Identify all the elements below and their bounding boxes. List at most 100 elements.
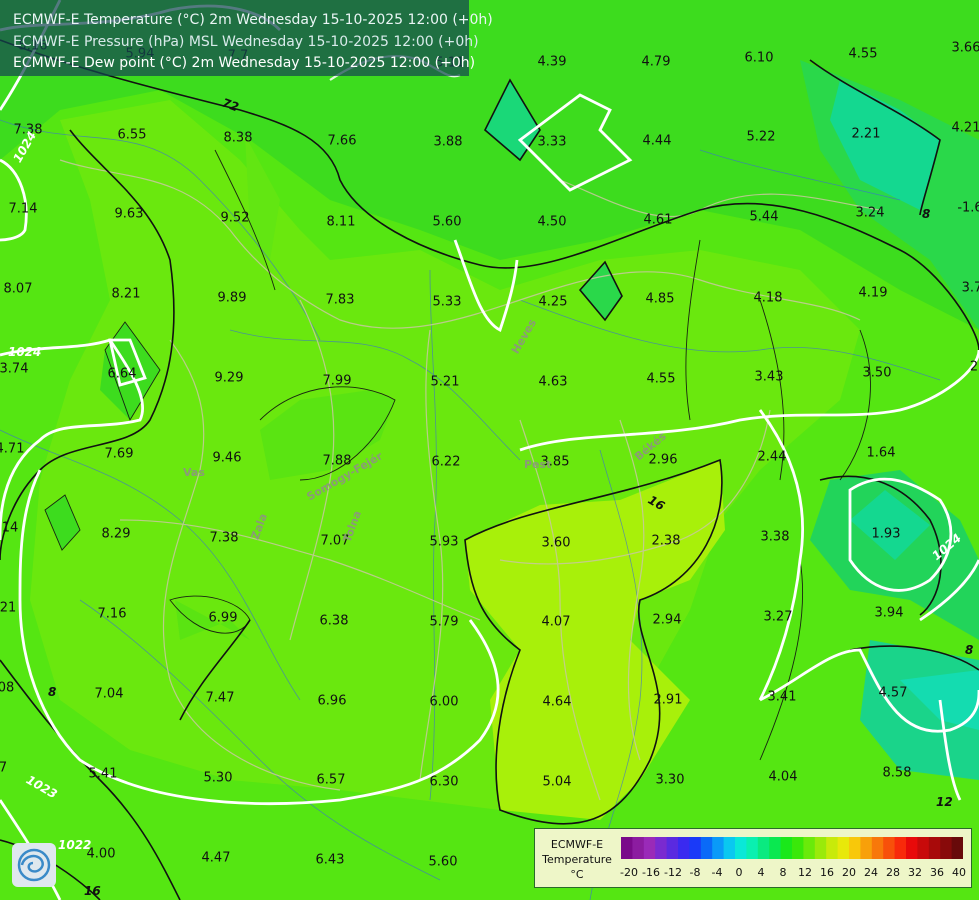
temperature-value: 1.64 bbox=[866, 445, 896, 461]
legend-swatch bbox=[700, 837, 713, 859]
temperature-value: 4.55 bbox=[848, 46, 878, 62]
temperature-value: 6.99 bbox=[208, 610, 238, 626]
swirl-icon bbox=[17, 848, 51, 882]
legend-tick-label: -12 bbox=[664, 866, 682, 879]
temperature-value: 5.33 bbox=[432, 294, 462, 310]
temperature-value: 3.38 bbox=[760, 529, 790, 545]
temperature-value: -1.6 bbox=[957, 200, 979, 216]
legend-tick-label: 36 bbox=[930, 866, 944, 879]
legend-tick-label: 16 bbox=[820, 866, 834, 879]
temperature-value: 5.21 bbox=[430, 374, 460, 390]
temperature-value: 8.11 bbox=[326, 214, 356, 230]
temperature-value: 5.79 bbox=[429, 614, 459, 630]
temperature-value: 3.66 bbox=[951, 40, 979, 56]
legend-tick-label: -4 bbox=[711, 866, 723, 879]
temperature-value: 3.33 bbox=[537, 134, 567, 150]
temperature-value: 3.41 bbox=[767, 689, 797, 705]
temperature-value: 9.29 bbox=[214, 370, 244, 386]
legend-swatch bbox=[826, 837, 839, 859]
temperature-value: 6.43 bbox=[315, 852, 345, 868]
temperature-value: 5.22 bbox=[746, 129, 776, 145]
temperature-value: 4.63 bbox=[538, 374, 568, 390]
region-label: Pest bbox=[524, 458, 552, 471]
temperature-value: 3.30 bbox=[655, 772, 685, 788]
temperature-value: 8.38 bbox=[223, 130, 253, 146]
legend-swatch bbox=[871, 837, 884, 859]
legend-swatch bbox=[917, 837, 930, 859]
temperature-value: 4.64 bbox=[542, 694, 572, 710]
legend-tick-label: 32 bbox=[908, 866, 922, 879]
temperature-value: 4.71 bbox=[0, 441, 25, 457]
temperature-value: 9.63 bbox=[114, 206, 144, 222]
legend-swatch bbox=[735, 837, 747, 859]
temperature-value: 7 bbox=[0, 760, 8, 776]
temperature-value: 9.52 bbox=[220, 210, 250, 226]
legend-tick-label: 8 bbox=[779, 866, 787, 879]
temperature-value: 2 bbox=[969, 359, 979, 375]
legend-swatch bbox=[860, 837, 873, 859]
temperature-value: 4.61 bbox=[643, 212, 673, 228]
temperature-value: 7.83 bbox=[325, 292, 355, 308]
temperature-value: 4.85 bbox=[645, 291, 675, 307]
temperature-value: 6.00 bbox=[429, 694, 459, 710]
legend-tick-label: 24 bbox=[864, 866, 878, 879]
legend-tick-label: 0 bbox=[735, 866, 743, 879]
legend-swatch bbox=[951, 837, 963, 859]
temperature-value: 08 bbox=[0, 680, 15, 696]
contour-label: 8 bbox=[965, 643, 974, 657]
temperature-value: 1.93 bbox=[871, 526, 901, 542]
contour-label: 1024 bbox=[8, 345, 42, 359]
temperature-value: 5.41 bbox=[88, 766, 118, 782]
legend-tick-label: -16 bbox=[642, 866, 660, 879]
legend-swatch bbox=[803, 837, 816, 859]
temperature-value: 8.29 bbox=[101, 526, 131, 542]
value-labels: 7.38 6.55 8.38 7.66 3.88 4.39 4.79 6.10 4.55 3.66… bbox=[0, 0, 979, 900]
temperature-value: 5.60 bbox=[428, 854, 458, 870]
temperature-value: 4.39 bbox=[537, 54, 567, 70]
temperature-value: 4.19 bbox=[858, 285, 888, 301]
temperature-value: 3.74 bbox=[0, 361, 29, 377]
provider-logo bbox=[12, 843, 56, 887]
temperature-value: 3.88 bbox=[433, 134, 463, 150]
temperature-value: 6.64 bbox=[107, 366, 137, 382]
legend-swatch bbox=[883, 837, 896, 859]
region-label: Vas bbox=[183, 466, 205, 479]
temperature-value: 5.93 bbox=[429, 534, 459, 550]
temperature-value: 4.18 bbox=[753, 290, 783, 306]
legend-swatch bbox=[723, 837, 736, 859]
temperature-value: 6.22 bbox=[431, 454, 461, 470]
temperature-value: 4.21 bbox=[951, 120, 979, 136]
legend-swatch bbox=[655, 837, 668, 859]
contour-label: 8 bbox=[922, 207, 931, 221]
legend-tick-label: -8 bbox=[689, 866, 701, 879]
temperature-value: 6.30 bbox=[429, 774, 459, 790]
temperature-value: 7.66 bbox=[327, 133, 357, 149]
legend-swatch bbox=[906, 837, 918, 859]
dewpoint-title: ECMWF-E Dew point (°C) 2m Wednesday 15-1… bbox=[13, 55, 476, 71]
legend-swatch bbox=[712, 837, 725, 859]
legend-tick-label: 4 bbox=[757, 866, 765, 879]
temperature-value: 7.14 bbox=[8, 201, 38, 217]
legend-swatch bbox=[894, 837, 907, 859]
color-legend: ECMWF-E Temperature °C -20 -16 -12 -8 -4 0 4 8 1… bbox=[534, 828, 972, 888]
temperature-value: 4.07 bbox=[541, 614, 571, 630]
temperature-value: 3.94 bbox=[874, 605, 904, 621]
temperature-value: 3.50 bbox=[862, 365, 892, 381]
temperature-value: 3.7 bbox=[961, 280, 979, 296]
legend-tick-label: 12 bbox=[798, 866, 812, 879]
legend-swatch bbox=[621, 837, 633, 859]
map-header: ECMWF-E Temperature (°C) 2m Wednesday 15… bbox=[0, 0, 493, 76]
temperature-value: 4.47 bbox=[201, 850, 231, 866]
temperature-value: 7.99 bbox=[322, 373, 352, 389]
legend-swatch bbox=[928, 837, 941, 859]
legend-swatch bbox=[757, 837, 770, 859]
legend-tick-label: 40 bbox=[952, 866, 966, 879]
temperature-value: 5.04 bbox=[542, 774, 572, 790]
temperature-value: 4.57 bbox=[878, 685, 908, 701]
legend-swatch bbox=[792, 837, 804, 859]
temperature-value: 4.50 bbox=[537, 214, 567, 230]
temperature-value: 4.44 bbox=[642, 133, 672, 149]
temperature-value: 6.96 bbox=[317, 693, 347, 709]
legend-tick-label: 20 bbox=[842, 866, 856, 879]
temperature-value: 2.21 bbox=[851, 126, 881, 142]
